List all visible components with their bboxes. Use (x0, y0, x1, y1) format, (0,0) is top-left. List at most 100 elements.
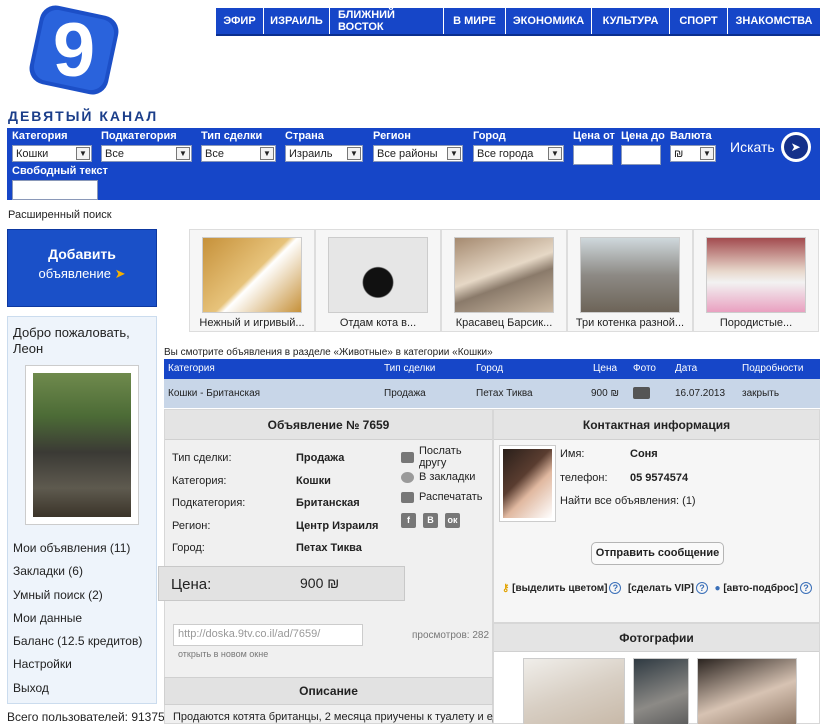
promo-options: ⚷ [выделить цветом]? [сделать VIP]? ● [а… (502, 582, 812, 594)
ad-field-row: Категория: Кошки (172, 474, 331, 487)
photo-thumbnail[interactable] (697, 658, 797, 724)
chevron-down-icon: ▼ (176, 147, 190, 160)
category-filter: Категория Кошки ▼ (12, 130, 92, 162)
chevron-down-icon: ▼ (700, 147, 714, 160)
nav-item-efir[interactable]: ЭФИР (216, 8, 264, 34)
odnoklassniki-icon[interactable]: ок (445, 513, 460, 528)
contact-info: Контактная информация Имя: Соня телефон: 0… (493, 409, 820, 623)
nav-item-culture[interactable]: КУЛЬТУРА (592, 8, 670, 34)
description-title: Описание (164, 677, 493, 705)
arrow-right-icon: ➤ (780, 132, 811, 162)
send-message-button[interactable]: Отправить сообщение (591, 542, 724, 565)
ads-table: Категория Тип сделки Город Цена Фото Дат… (164, 359, 820, 408)
facebook-icon[interactable]: f (401, 513, 416, 528)
featured-ad[interactable]: Породистые... (693, 229, 819, 332)
price-from-filter: Цена от (573, 130, 615, 165)
country-select[interactable]: Израиль ▼ (285, 145, 363, 162)
menu-bookmarks[interactable]: Закладки (6) (13, 560, 142, 583)
photos-section: Фотографии (493, 623, 820, 724)
ad-field-row: Тип сделки: Продажа (172, 452, 345, 464)
breadcrumb: Вы смотрите объявления в разделе «Животн… (164, 347, 493, 358)
close-details-link[interactable]: закрыть (742, 379, 779, 408)
contact-field-row: телефон: 05 9574574 (560, 471, 689, 484)
send-to-friend-link[interactable]: Послать другу (401, 445, 492, 469)
views-count: просмотров: 282 (412, 630, 490, 641)
envelope-icon (401, 451, 414, 463)
ad-title: Объявление № 7659 (165, 410, 492, 440)
user-menu: Мои объявления (11) Закладки (6) Умный п… (13, 537, 142, 700)
nav-item-dating[interactable]: ЗНАКОМСТВА (728, 8, 820, 34)
category-select[interactable]: Кошки ▼ (12, 145, 92, 162)
brand-name: ДЕВЯТЫЙ КАНАЛ (8, 108, 159, 124)
highlight-option[interactable]: ⚷ [выделить цветом]? (502, 582, 622, 594)
ad-thumbnail-image (706, 237, 806, 313)
photo-thumbnail[interactable] (633, 658, 689, 724)
currency-filter: Валюта ₪ ▼ (670, 130, 716, 162)
help-icon[interactable]: ? (695, 582, 708, 594)
ad-thumbnail-image (580, 237, 680, 313)
nav-item-sport[interactable]: СПОРТ (670, 8, 728, 34)
featured-ad[interactable]: Отдам кота в... (315, 229, 441, 332)
photo-thumbnail[interactable] (523, 658, 625, 724)
chevron-down-icon: ▼ (260, 147, 274, 160)
advanced-search-link[interactable]: Расширенный поиск (8, 209, 112, 221)
bookmark-link[interactable]: В закладки (401, 467, 492, 487)
contact-photo (499, 445, 556, 522)
users-count: Всего пользователей: 91375 (7, 710, 165, 724)
help-icon[interactable]: ? (609, 582, 622, 594)
search-panel: Категория Кошки ▼ Подкатегория Все ▼ Тип с… (7, 128, 820, 200)
printer-icon (401, 491, 414, 503)
deal-type-select[interactable]: Все ▼ (201, 145, 276, 162)
region-select[interactable]: Все районы ▼ (373, 145, 463, 162)
camera-icon (633, 387, 650, 399)
welcome-text: Добро пожаловать, Леон (13, 325, 130, 356)
nav-item-world[interactable]: В МИРЕ (444, 8, 506, 34)
contact-title: Контактная информация (494, 410, 819, 440)
print-link[interactable]: Распечатать (401, 487, 492, 507)
price-to-filter: Цена до (621, 130, 665, 165)
region-filter: Регион Все районы ▼ (373, 130, 463, 162)
subcategory-select[interactable]: Все ▼ (101, 145, 192, 162)
menu-balance[interactable]: Баланс (12.5 кредитов) (13, 630, 142, 653)
freetext-input[interactable] (12, 180, 98, 200)
refresh-icon: ● (714, 583, 721, 594)
menu-my-data[interactable]: Мои данные (13, 607, 142, 630)
ad-actions: Послать другу В закладки Распечатать (401, 445, 492, 507)
contact-fields: Имя: Соня телефон: 05 9574574 Найти все об… (560, 448, 696, 519)
description-text: Продаются котята британцы, 2 месяца приу… (173, 711, 511, 723)
subcategory-filter: Подкатегория Все ▼ (101, 130, 192, 162)
open-new-window-link[interactable]: открыть в новом окне (178, 649, 268, 659)
featured-ad[interactable]: Три котенка разной... (567, 229, 693, 332)
currency-select[interactable]: ₪ ▼ (670, 145, 716, 162)
city-filter: Город Все города ▼ (473, 130, 564, 162)
arrow-right-icon: ➤ (114, 266, 126, 281)
ad-url-field[interactable]: http://doska.9tv.co.il/ad/7659/ (173, 624, 363, 646)
country-filter: Страна Израиль ▼ (285, 130, 363, 162)
menu-settings[interactable]: Настройки (13, 653, 142, 676)
menu-my-ads[interactable]: Мои объявления (11) (13, 537, 142, 560)
chevron-down-icon: ▼ (347, 147, 361, 160)
freetext-filter: Свободный текст (12, 165, 108, 200)
search-button[interactable]: Искать ➤ (730, 130, 820, 164)
add-ad-button[interactable]: Добавить объявление ➤ (7, 229, 157, 307)
table-row[interactable]: Кошки - Британская Продажа Петах Тиква 9… (164, 379, 820, 408)
photos-title: Фотографии (494, 624, 819, 652)
price-from-input[interactable] (573, 145, 613, 165)
featured-ad[interactable]: Красавец Барсик... (441, 229, 567, 332)
auto-bump-option[interactable]: ● [авто-подброс]? (715, 582, 812, 594)
logo[interactable]: 9 (26, 4, 122, 96)
star-icon (401, 471, 414, 483)
find-all-ads-link[interactable]: Найти все объявления: (1) (560, 495, 696, 519)
vkontakte-icon[interactable]: В (423, 513, 438, 528)
help-icon[interactable]: ? (799, 582, 812, 594)
nav-item-economy[interactable]: ЭКОНОМИКА (506, 8, 592, 34)
menu-smart-search[interactable]: Умный поиск (2) (13, 584, 142, 607)
vip-option[interactable]: [сделать VIP]? (628, 582, 708, 594)
city-select[interactable]: Все города ▼ (473, 145, 564, 162)
nav-item-middle-east[interactable]: БЛИЖНИЙ ВОСТОК (330, 8, 444, 34)
nav-item-israel[interactable]: ИЗРАИЛЬ (264, 8, 330, 34)
menu-logout[interactable]: Выход (13, 677, 142, 700)
price-to-input[interactable] (621, 145, 661, 165)
social-share: f В ок (401, 513, 467, 528)
featured-ad[interactable]: Нежный и игривый... (189, 229, 315, 332)
